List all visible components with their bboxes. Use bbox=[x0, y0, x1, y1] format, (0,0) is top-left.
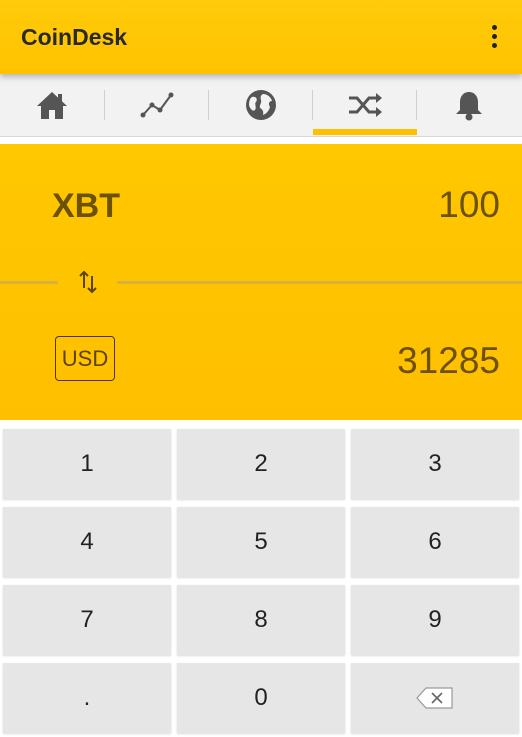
tab-bar bbox=[0, 74, 522, 137]
more-vert-dot bbox=[491, 33, 497, 39]
divider bbox=[0, 281, 58, 284]
key-6[interactable]: 6 bbox=[351, 507, 519, 577]
swap-vert-icon bbox=[79, 270, 97, 294]
key-4[interactable]: 4 bbox=[3, 507, 171, 577]
bell-icon bbox=[456, 92, 482, 121]
overflow-menu-button[interactable] bbox=[482, 20, 506, 52]
swap-currencies-button[interactable] bbox=[74, 267, 102, 297]
shuffle-icon bbox=[349, 93, 382, 117]
app-bar: CoinDesk bbox=[0, 0, 522, 74]
active-tab-indicator bbox=[313, 129, 417, 135]
to-currency-selector[interactable]: USD bbox=[55, 336, 115, 381]
from-amount-field[interactable]: 100 bbox=[438, 184, 500, 226]
backspace-button[interactable] bbox=[351, 663, 519, 733]
currency-converter: XBT 100 USD 31285 bbox=[0, 144, 522, 420]
tab-chart[interactable] bbox=[105, 74, 209, 136]
key-5[interactable]: 5 bbox=[177, 507, 345, 577]
to-amount-value: 31285 bbox=[397, 340, 500, 381]
key-0[interactable]: 0 bbox=[177, 663, 345, 733]
tab-alerts[interactable] bbox=[417, 74, 521, 136]
more-vert-icon bbox=[491, 24, 497, 30]
key-2[interactable]: 2 bbox=[177, 429, 345, 499]
key-3[interactable]: 3 bbox=[351, 429, 519, 499]
tab-converter[interactable] bbox=[313, 74, 417, 136]
more-vert-dot bbox=[491, 42, 497, 48]
divider bbox=[117, 281, 522, 284]
numeric-keypad: 1 2 3 4 5 6 7 8 9 . 0 bbox=[0, 420, 522, 737]
tab-globe[interactable] bbox=[209, 74, 313, 136]
key-8[interactable]: 8 bbox=[177, 585, 345, 655]
backspace-icon bbox=[416, 687, 453, 709]
key-decimal[interactable]: . bbox=[3, 663, 171, 733]
key-9[interactable]: 9 bbox=[351, 585, 519, 655]
key-1[interactable]: 1 bbox=[3, 429, 171, 499]
from-currency-code[interactable]: XBT bbox=[52, 187, 120, 226]
tab-home[interactable] bbox=[0, 74, 104, 136]
home-icon bbox=[37, 92, 67, 119]
key-7[interactable]: 7 bbox=[3, 585, 171, 655]
app-title: CoinDesk bbox=[21, 24, 128, 50]
chart-line-icon bbox=[140, 92, 174, 118]
globe-icon bbox=[246, 90, 276, 120]
